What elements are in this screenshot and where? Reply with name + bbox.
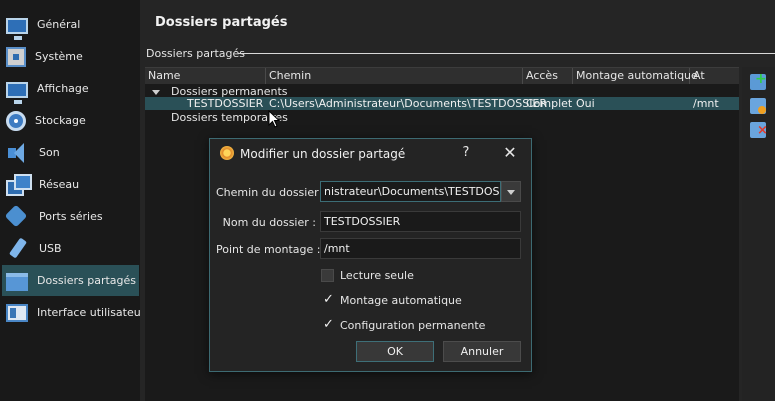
- folder-name-input[interactable]: TESTDOSSIER: [320, 211, 521, 232]
- group-temporary[interactable]: Dossiers temporaires: [145, 111, 445, 124]
- sidebar-item-label: Affichage: [37, 82, 89, 95]
- cell-path: C:\Users\Administrateur\Documents\TESTDO…: [269, 97, 548, 110]
- ok-button[interactable]: OK: [356, 341, 434, 362]
- add-folder-icon[interactable]: [750, 71, 767, 90]
- ui-icon: [6, 303, 28, 322]
- sidebar-item-label: Interface utilisateur: [37, 306, 146, 319]
- sidebar-item-display[interactable]: Affichage: [2, 73, 139, 104]
- folder-icon: [6, 272, 28, 291]
- monitor-icon: [6, 17, 28, 40]
- close-button[interactable]: ✕: [503, 143, 517, 162]
- sidebar-item-sound[interactable]: Son: [2, 137, 139, 168]
- dialog-titlebar[interactable]: Modifier un dossier partagé ? ✕: [210, 139, 531, 169]
- mount-point-input[interactable]: /mnt: [320, 238, 521, 259]
- column-header-name[interactable]: Name: [145, 68, 266, 84]
- sidebar-item-label: Ports séries: [39, 210, 103, 223]
- edit-folder-icon[interactable]: [750, 98, 766, 114]
- settings-window: Général Système Affichage Stockage Son R…: [0, 0, 775, 401]
- path-label: Chemin du dossier :: [216, 186, 326, 199]
- sidebar-item-serial-ports[interactable]: Ports séries: [2, 201, 139, 232]
- expand-caret-icon[interactable]: [152, 90, 160, 95]
- sidebar-item-usb[interactable]: USB: [2, 233, 139, 264]
- column-header-path[interactable]: Chemin: [266, 68, 523, 84]
- edit-shared-folder-dialog: Modifier un dossier partagé ? ✕ Chemin d…: [209, 138, 532, 372]
- sidebar-item-label: Dossiers partagés: [37, 274, 137, 287]
- help-button[interactable]: ?: [460, 145, 472, 160]
- column-header-automount[interactable]: Montage automatique: [573, 68, 698, 84]
- checkbox-box[interactable]: [321, 268, 334, 282]
- section-divider: [238, 53, 775, 54]
- folder-path-combo[interactable]: nistrateur\Documents\TESTDOSSIER: [320, 181, 501, 202]
- sidebar-item-general[interactable]: Général: [2, 9, 139, 40]
- dialog-title: Modifier un dossier partagé: [240, 147, 406, 161]
- disk-icon: [6, 110, 26, 131]
- checkbox-box[interactable]: ✓: [321, 291, 334, 307]
- speaker-icon: [6, 142, 30, 164]
- cancel-button[interactable]: Annuler: [443, 341, 521, 362]
- app-icon: [220, 146, 234, 160]
- sidebar-item-system[interactable]: Système: [2, 41, 139, 72]
- sidebar-item-shared-folders[interactable]: Dossiers partagés: [2, 265, 139, 296]
- mouse-cursor-icon: [268, 110, 280, 128]
- cell-access: Complet: [526, 97, 573, 110]
- network-icon: [6, 173, 32, 196]
- check-icon: ✓: [323, 316, 334, 332]
- chevron-down-icon[interactable]: [501, 181, 521, 202]
- sidebar-item-label: Stockage: [35, 114, 86, 127]
- serial-port-icon: [6, 206, 30, 228]
- page-title: Dossiers partagés: [155, 15, 288, 30]
- sidebar-item-label: Général: [37, 18, 81, 31]
- table-row[interactable]: TESTDOSSIER C:\Users\Administrateur\Docu…: [145, 97, 739, 110]
- display-icon: [6, 81, 28, 104]
- sidebar-item-label: Système: [35, 50, 83, 63]
- section-label: Dossiers partagés: [146, 47, 246, 60]
- sidebar-item-label: Son: [39, 146, 60, 159]
- check-icon: ✓: [323, 291, 334, 307]
- name-label: Nom du dossier :: [222, 216, 316, 229]
- usb-icon: [6, 238, 30, 260]
- sidebar-item-user-interface[interactable]: Interface utilisateur: [2, 297, 145, 328]
- column-header-at[interactable]: At: [690, 68, 739, 84]
- permanent-checkbox[interactable]: ✓ Configuration permanente: [321, 316, 486, 332]
- table-header: Name Chemin Accès Montage automatique At: [145, 68, 739, 84]
- sidebar: Général Système Affichage Stockage Son R…: [0, 0, 145, 401]
- cell-automount: Oui: [576, 97, 595, 110]
- sidebar-item-label: Réseau: [39, 178, 80, 191]
- folder-toolbar: [742, 67, 775, 401]
- cell-name: TESTDOSSIER: [187, 97, 264, 110]
- remove-folder-icon[interactable]: [750, 122, 768, 138]
- mount-point-label: Point de montage :: [216, 243, 321, 256]
- sidebar-item-network[interactable]: Réseau: [2, 169, 139, 200]
- cell-at: /mnt: [693, 97, 719, 110]
- readonly-checkbox[interactable]: Lecture seule: [321, 268, 414, 282]
- sidebar-item-storage[interactable]: Stockage: [2, 105, 139, 136]
- permanent-label: Configuration permanente: [340, 318, 486, 332]
- automount-label: Montage automatique: [340, 293, 462, 307]
- checkbox-box[interactable]: ✓: [321, 316, 334, 332]
- chip-icon: [6, 46, 26, 67]
- automount-checkbox[interactable]: ✓ Montage automatique: [321, 291, 462, 307]
- sidebar-item-label: USB: [39, 242, 62, 255]
- readonly-label: Lecture seule: [340, 268, 414, 282]
- column-header-access[interactable]: Accès: [523, 68, 573, 84]
